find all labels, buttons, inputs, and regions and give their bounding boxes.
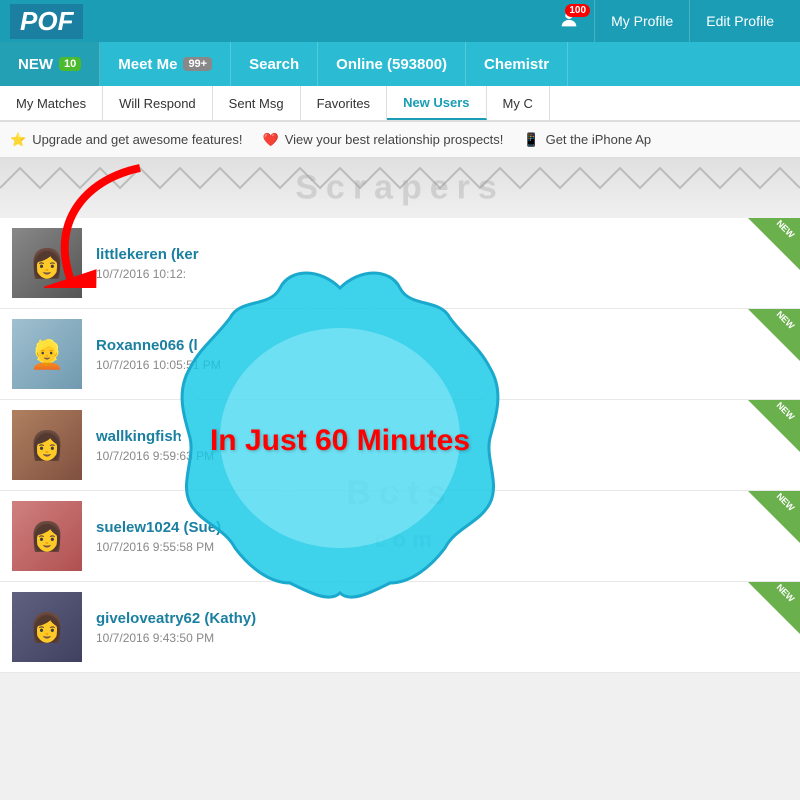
nav-meetme[interactable]: Meet Me 99+ xyxy=(100,42,231,86)
subnav-newusers[interactable]: New Users xyxy=(387,86,486,120)
avatar: 👩 xyxy=(12,501,82,571)
profile-date: 10/7/2016 10:12: xyxy=(96,267,788,281)
promo-relationship[interactable]: ❤️ View your best relationship prospects… xyxy=(263,132,504,148)
subnav-favorites[interactable]: Favorites xyxy=(301,86,387,120)
profile-name[interactable]: giveloveatry62 (Kathy) xyxy=(96,610,788,627)
avatar: 👩 xyxy=(12,592,82,662)
promo-iphone[interactable]: 📱 Get the iPhone Ap xyxy=(523,132,651,148)
nav-online-label: Online (593800) xyxy=(336,56,447,73)
table-row: 👩 littlekeren (ker 10/7/2016 10:12: NEW xyxy=(0,218,800,309)
nav-new-badge: 10 xyxy=(59,57,81,71)
logo: POF xyxy=(10,4,83,39)
avatar: 👩 xyxy=(12,228,82,298)
profile-info: Roxanne066 (l 10/7/2016 10:05:51 PM xyxy=(82,337,788,372)
my-profile-button[interactable]: My Profile xyxy=(594,0,689,42)
profile-name[interactable]: suelew1024 (Sue) xyxy=(96,519,788,536)
nav-search-label: Search xyxy=(249,56,299,73)
header-right: 100 My Profile Edit Profile xyxy=(544,0,790,42)
subnav-mymatches-label: My Matches xyxy=(16,96,86,111)
profile-info: suelew1024 (Sue) 10/7/2016 9:55:58 PM xyxy=(82,519,788,554)
nav-chemistry-label: Chemistr xyxy=(484,56,549,73)
nav-online[interactable]: Online (593800) xyxy=(318,42,466,86)
promo-iphone-text: Get the iPhone Ap xyxy=(546,132,652,147)
subnav-willrespond[interactable]: Will Respond xyxy=(103,86,213,120)
promo-iphone-icon: 📱 xyxy=(523,132,539,148)
profile-name[interactable]: Roxanne066 (l xyxy=(96,337,788,354)
notification-badge: 100 xyxy=(565,4,590,17)
nav-new-label: NEW xyxy=(18,56,53,73)
profile-date: 10/7/2016 9:59:63 PM xyxy=(96,449,788,463)
profile-date: 10/7/2016 10:05:51 PM xyxy=(96,358,788,372)
navbar: NEW 10 Meet Me 99+ Search Online (593800… xyxy=(0,42,800,86)
avatar: 👩 xyxy=(12,410,82,480)
promo-bar: ⭐ Upgrade and get awesome features! ❤️ V… xyxy=(0,122,800,158)
header: POF 100 My Profile Edit Profile xyxy=(0,0,800,42)
avatar: 👱 xyxy=(12,319,82,389)
nav-new[interactable]: NEW 10 xyxy=(0,42,100,86)
nav-meetme-label: Meet Me xyxy=(118,56,177,73)
promo-upgrade-icon: ⭐ xyxy=(10,132,26,148)
subnav-newusers-label: New Users xyxy=(403,95,469,110)
promo-relationship-text: View your best relationship prospects! xyxy=(285,132,504,147)
profile-name[interactable]: wallkingfish xyxy=(96,428,788,445)
nav-search[interactable]: Search xyxy=(231,42,318,86)
subnav-mymatches[interactable]: My Matches xyxy=(0,86,103,120)
nav-chemistry[interactable]: Chemistr xyxy=(466,42,568,86)
subnav-myc-label: My C xyxy=(503,96,533,111)
profile-info: giveloveatry62 (Kathy) 10/7/2016 9:43:50… xyxy=(82,610,788,645)
promo-upgrade-text: Upgrade and get awesome features! xyxy=(32,132,242,147)
profile-list: 👩 littlekeren (ker 10/7/2016 10:12: NEW … xyxy=(0,218,800,673)
promo-upgrade[interactable]: ⭐ Upgrade and get awesome features! xyxy=(10,132,243,148)
profile-info: wallkingfish 10/7/2016 9:59:63 PM xyxy=(82,428,788,463)
table-row: 👩 suelew1024 (Sue) 10/7/2016 9:55:58 PM … xyxy=(0,491,800,582)
table-row: 👩 wallkingfish 10/7/2016 9:59:63 PM NEW xyxy=(0,400,800,491)
nav-meetme-badge: 99+ xyxy=(183,57,212,71)
promo-relationship-icon: ❤️ xyxy=(263,132,279,148)
table-row: 👱 Roxanne066 (l 10/7/2016 10:05:51 PM NE… xyxy=(0,309,800,400)
subnav-willrespond-label: Will Respond xyxy=(119,96,196,111)
profile-date: 10/7/2016 9:43:50 PM xyxy=(96,631,788,645)
profile-info: littlekeren (ker 10/7/2016 10:12: xyxy=(82,246,788,281)
notification-button[interactable]: 100 xyxy=(544,2,594,41)
subnav-sentmsg[interactable]: Sent Msg xyxy=(213,86,301,120)
profile-name[interactable]: littlekeren (ker xyxy=(96,246,788,263)
profile-date: 10/7/2016 9:55:58 PM xyxy=(96,540,788,554)
subnav-sentmsg-label: Sent Msg xyxy=(229,96,284,111)
subnav-myc[interactable]: My C xyxy=(487,86,550,120)
subnav: My Matches Will Respond Sent Msg Favorit… xyxy=(0,86,800,122)
table-row: 👩 giveloveatry62 (Kathy) 10/7/2016 9:43:… xyxy=(0,582,800,673)
subnav-favorites-label: Favorites xyxy=(317,96,370,111)
edit-profile-button[interactable]: Edit Profile xyxy=(689,0,790,42)
